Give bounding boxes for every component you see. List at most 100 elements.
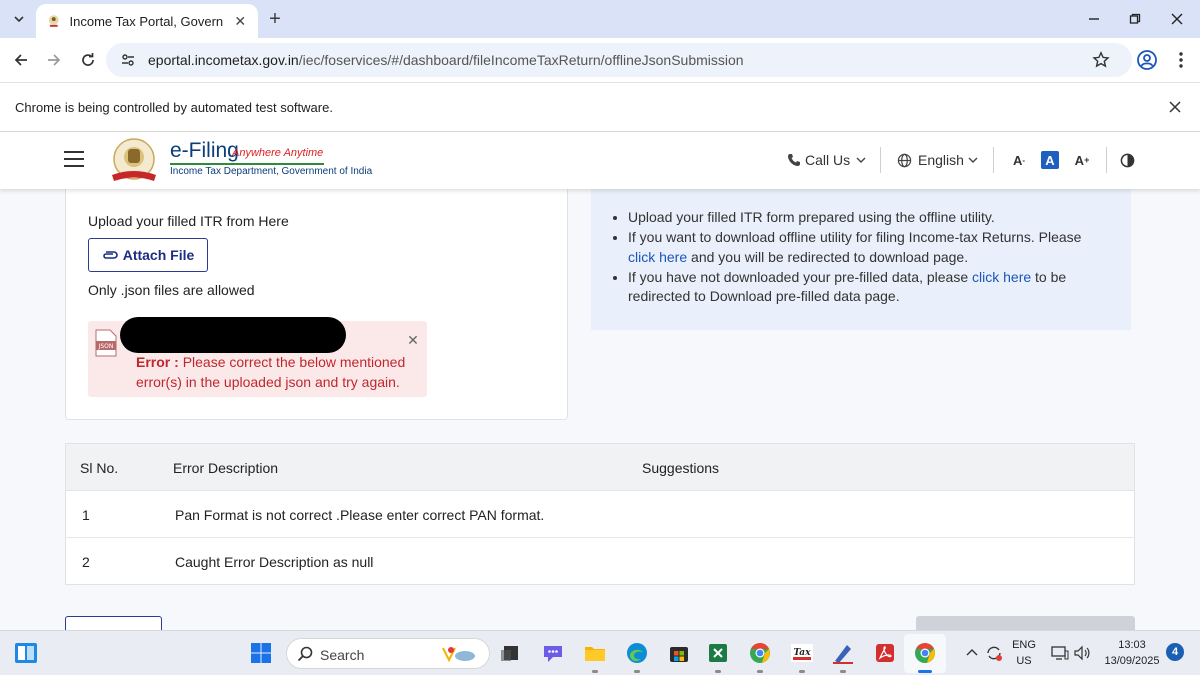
file-explorer-icon[interactable] <box>583 641 607 665</box>
running-indicator <box>715 670 721 673</box>
show-hidden-icons-button[interactable] <box>960 641 984 665</box>
browser-tab[interactable]: Income Tax Portal, Government ✕ <box>36 4 258 38</box>
more-vert-icon <box>1179 52 1183 68</box>
instructions-panel: Upload your filled ITR form prepared usi… <box>591 189 1131 330</box>
url-domain: eportal.incometax.gov.in <box>148 52 299 68</box>
new-tab-button[interactable]: + <box>264 8 286 30</box>
prefilled-data-link[interactable]: click here <box>972 269 1031 285</box>
tab-title: Income Tax Portal, Government <box>69 13 223 29</box>
menu-icon[interactable] <box>64 151 84 167</box>
globe-icon <box>897 153 912 167</box>
minimize-button[interactable] <box>1083 8 1105 30</box>
upload-card: Upload your filled ITR from Here Attach … <box>65 189 568 420</box>
bookmark-star-icon[interactable] <box>1092 51 1110 69</box>
language-dropdown[interactable]: English <box>897 152 978 168</box>
acrobat-app-icon[interactable] <box>873 641 897 665</box>
running-indicator <box>799 670 805 673</box>
continue-button[interactable] <box>916 616 1135 630</box>
contrast-icon[interactable] <box>1120 153 1135 168</box>
infobar-close-button[interactable] <box>1166 98 1184 116</box>
tax-app-icon[interactable]: Tax <box>790 641 814 665</box>
site-info-icon[interactable] <box>120 52 136 68</box>
notification-badge[interactable]: 4 <box>1166 643 1184 661</box>
chat-icon <box>544 646 562 662</box>
start-icon[interactable] <box>249 641 273 665</box>
tab-close-icon[interactable]: ✕ <box>233 13 249 29</box>
meet-app-icon[interactable] <box>541 641 565 665</box>
font-decrease-icon[interactable]: A- <box>1010 151 1028 169</box>
input-language-line2[interactable]: US <box>1010 655 1038 667</box>
speaker-icon <box>1074 645 1090 661</box>
column-header-suggestions: Suggestions <box>642 460 720 476</box>
column-header-description: Error Description <box>173 460 279 476</box>
restore-button[interactable] <box>1124 8 1146 30</box>
reload-button[interactable] <box>77 49 99 71</box>
cell-description: Pan Format is not correct .Please enter … <box>175 507 545 523</box>
close-window-button[interactable] <box>1166 8 1188 30</box>
browser-toolbar: eportal.incometax.gov.in/iec/foservices/… <box>0 38 1200 82</box>
windows-taskbar: Search Tax ENG US 13:03 13/09/2025 4 <box>0 630 1200 675</box>
attach-file-button[interactable]: Attach File <box>88 238 208 272</box>
volume-tray-icon[interactable] <box>1070 641 1094 665</box>
chrome-active-app-icon[interactable] <box>913 641 937 665</box>
input-language-line1[interactable]: ENG <box>1010 639 1038 651</box>
url-text: eportal.incometax.gov.in/iec/foservices/… <box>148 52 744 68</box>
pen-sign-icon <box>833 645 853 664</box>
automation-infobar: Chrome is being controlled by automated … <box>0 82 1200 132</box>
sign-app-icon[interactable] <box>831 641 855 665</box>
widgets-icon[interactable] <box>14 641 38 665</box>
reload-icon <box>82 53 94 66</box>
clock-date[interactable]: 13/09/2025 <box>1100 655 1164 667</box>
close-icon <box>1169 101 1181 113</box>
chevron-up-icon <box>966 649 978 656</box>
header-divider <box>1106 147 1107 173</box>
windows-logo-icon <box>251 643 271 663</box>
network-icon <box>1051 646 1069 660</box>
instruction-item: If you want to download offline utility … <box>628 228 1098 267</box>
terminal-app-icon[interactable] <box>498 641 522 665</box>
chevron-down-icon <box>968 157 978 163</box>
tax-logo-icon: Tax <box>791 644 813 662</box>
language-label: English <box>918 152 964 168</box>
brand-tagline: Anywhere Anytime <box>232 147 324 159</box>
tab-strip: Income Tax Portal, Government ✕ + <box>0 0 1200 38</box>
pdf-icon <box>876 644 894 662</box>
browser-menu-button[interactable] <box>1170 49 1192 71</box>
clock-time[interactable]: 13:03 <box>1100 639 1164 651</box>
instruction-text: and you will be redirected to download p… <box>691 248 969 265</box>
table-row: 1 Pan Format is not correct .Please ente… <box>66 491 1134 538</box>
network-tray-icon[interactable] <box>1048 641 1072 665</box>
error-table: Sl No. Error Description Suggestions 1 P… <box>65 443 1135 585</box>
terminal-icon <box>501 646 518 661</box>
error-close-icon[interactable]: ✕ <box>406 332 420 348</box>
sync-tray-icon[interactable] <box>982 641 1006 665</box>
emblem-favicon-icon <box>48 15 59 27</box>
excel-app-icon[interactable] <box>706 641 730 665</box>
file-type-note: Only .json files are allowed <box>88 282 255 298</box>
running-indicator <box>634 670 640 673</box>
url-path: /iec/foservices/#/dashboard/fileIncomeTa… <box>298 52 744 68</box>
edge-browser-icon[interactable] <box>625 641 649 665</box>
address-bar[interactable]: eportal.incometax.gov.in/iec/foservices/… <box>106 43 1132 77</box>
column-header-sl: Sl No. <box>80 460 119 476</box>
phone-icon <box>788 154 800 166</box>
arrow-left-icon <box>14 54 27 66</box>
forward-nav-button[interactable] <box>43 49 65 71</box>
back-button[interactable] <box>65 616 162 630</box>
header-divider <box>880 147 881 173</box>
back-nav-button[interactable] <box>10 49 32 71</box>
font-normal-icon[interactable]: A <box>1041 151 1059 169</box>
font-increase-icon[interactable]: A + <box>1073 151 1091 169</box>
taskbar-search-box[interactable]: Search <box>286 638 490 669</box>
chrome-app-icon[interactable] <box>748 641 772 665</box>
store-icon <box>670 647 688 662</box>
cell-sl: 1 <box>82 507 90 523</box>
store-app-icon[interactable] <box>667 641 691 665</box>
tab-search-button[interactable] <box>6 6 32 32</box>
call-us-dropdown[interactable]: Call Us <box>787 152 866 168</box>
cell-sl: 2 <box>82 554 90 570</box>
instruction-item: If you have not downloaded your pre-fill… <box>628 268 1098 307</box>
download-utility-link[interactable]: click here <box>628 249 687 265</box>
profile-icon[interactable] <box>1136 49 1158 71</box>
table-header: Sl No. Error Description Suggestions <box>66 444 1134 491</box>
